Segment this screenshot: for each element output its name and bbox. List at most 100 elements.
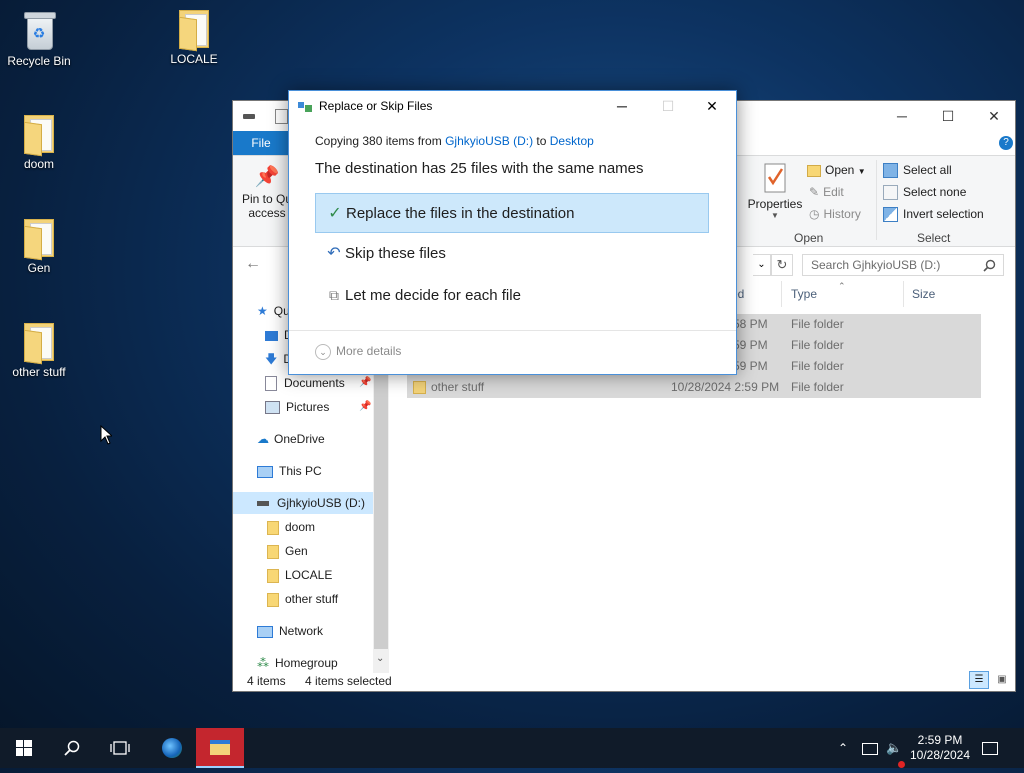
row-date: 59 PM	[733, 359, 768, 373]
select-none-button[interactable]: Select none	[883, 185, 966, 201]
minimize-button[interactable]: ─	[879, 101, 925, 131]
nav-onedrive[interactable]: ☁ OneDrive	[257, 428, 325, 450]
help-icon[interactable]: ?	[999, 136, 1013, 150]
column-label: Size	[912, 287, 936, 301]
desktop-icon-label: LOCALE	[170, 52, 218, 66]
search-input[interactable]: Search GjhkyioUSB (D:)	[802, 254, 1004, 276]
open-button[interactable]: Open ▼	[807, 163, 866, 177]
nav-this-pc[interactable]: This PC	[257, 460, 322, 482]
folder-icon	[24, 323, 54, 365]
nav-drive[interactable]: GjhkyioUSB (D:)	[233, 492, 373, 514]
desktop-icon-locale[interactable]: LOCALE	[159, 10, 229, 66]
file-explorer-icon	[210, 740, 230, 756]
folder-icon	[267, 520, 279, 535]
desktop-icon-label: Gen	[27, 261, 51, 275]
status-selected-count: 4 items selected	[305, 674, 392, 688]
desktop-icon-doom[interactable]: doom	[4, 115, 74, 171]
taskbar-app-browser[interactable]	[148, 728, 196, 768]
folder-icon	[413, 381, 426, 394]
nav-subfolder[interactable]: Gen	[267, 540, 308, 562]
start-button[interactable]	[0, 728, 48, 768]
properties-button[interactable]: Properties ▼	[747, 162, 803, 220]
dialog-minimize-button[interactable]: ─	[599, 91, 645, 121]
details-view-icon[interactable]: ☰	[969, 671, 989, 689]
source-link[interactable]: GjhkyioUSB (D:)	[445, 134, 533, 148]
scroll-down-icon[interactable]: ⌄	[376, 653, 384, 664]
desktop-icon-other-stuff[interactable]: other stuff	[4, 323, 74, 379]
select-all-button[interactable]: Select all	[883, 163, 952, 179]
pin-icon[interactable]: 📌	[359, 396, 371, 418]
select-all-label: Select all	[903, 163, 952, 177]
dialog-heading: The destination has 25 files with the sa…	[315, 160, 644, 177]
search-placeholder: Search GjhkyioUSB (D:)	[811, 258, 941, 272]
copy-summary: Copying 380 items from GjhkyioUSB (D:) t…	[315, 134, 594, 148]
nav-pictures[interactable]: Pictures 📌	[265, 396, 373, 418]
quick-access-toolbar-icon[interactable]	[275, 109, 288, 124]
row-type: File folder	[791, 359, 844, 373]
properties-icon	[764, 163, 786, 193]
drive-icon	[243, 114, 255, 119]
network-status-icon[interactable]	[862, 728, 878, 768]
dialog-footer: ⌄ More details	[289, 330, 736, 375]
status-bar: 4 items 4 items selected ☰ ▣	[233, 671, 1015, 691]
nav-subfolder[interactable]: other stuff	[267, 588, 338, 610]
destination-link[interactable]: Desktop	[550, 134, 594, 148]
nav-subfolder[interactable]: LOCALE	[267, 564, 332, 586]
decide-each-file-option[interactable]: ⧉ Let me decide for each file	[315, 275, 709, 315]
pin-to-quick-access-button[interactable]: 📌 Pin to Qu access	[239, 164, 295, 220]
desktop-icon-gen[interactable]: Gen	[4, 219, 74, 275]
column-header-size[interactable]: Size	[903, 281, 985, 307]
status-item-count: 4 items	[247, 674, 286, 688]
taskbar-app-file-explorer[interactable]	[196, 728, 244, 768]
task-view-button[interactable]	[96, 728, 144, 768]
column-header-type[interactable]: Type ⌃	[781, 281, 903, 307]
tab-file[interactable]: File	[233, 131, 289, 155]
row-type: File folder	[791, 338, 844, 352]
option-label: Let me decide for each file	[345, 287, 521, 304]
action-center-button[interactable]	[982, 728, 998, 768]
table-row[interactable]: other stuff 10/28/2024 2:59 PM File fold…	[407, 377, 981, 398]
dialog-close-button[interactable]: ✕	[689, 91, 735, 121]
search-icon	[983, 259, 996, 272]
nav-subfolder[interactable]: doom	[267, 516, 315, 538]
edit-button[interactable]: ✎ Edit	[809, 185, 844, 199]
volume-muted-icon[interactable]: 🔈	[886, 728, 906, 768]
more-details-toggle[interactable]: ⌄ More details	[315, 344, 401, 360]
star-icon: ★	[257, 304, 268, 318]
compare-files-icon: ⧉	[329, 287, 339, 303]
cloud-icon: ☁	[257, 432, 269, 446]
open-group-label: Open	[794, 231, 824, 245]
row-date: 59 PM	[733, 338, 768, 352]
edit-icon: ✎	[809, 185, 820, 199]
replace-or-skip-dialog: Replace or Skip Files ─ ☐ ✕ Copying 380 …	[288, 90, 737, 375]
nav-label: Pictures	[286, 400, 330, 414]
maximize-button[interactable]: ☐	[925, 101, 971, 131]
replace-files-option[interactable]: ✓ Replace the files in the destination	[315, 193, 709, 233]
large-icons-view-icon[interactable]: ▣	[993, 671, 1011, 689]
close-button[interactable]: ✕	[971, 101, 1017, 131]
back-arrow-icon[interactable]: ←	[245, 255, 261, 273]
pin-label-line2: access	[248, 206, 286, 220]
address-dropdown[interactable]: ⌄	[753, 254, 771, 276]
desktop-icon-recycle-bin[interactable]: ♻ Recycle Bin	[4, 10, 74, 68]
show-hidden-icons-button[interactable]: ⌃	[838, 728, 848, 768]
option-label: Skip these files	[345, 245, 446, 262]
refresh-button[interactable]: ↻	[771, 254, 793, 276]
skip-arrow-icon: ↶	[327, 245, 341, 262]
row-type: File folder	[791, 380, 844, 394]
search-button[interactable]	[48, 728, 96, 768]
nav-quick-access[interactable]: ★ Qu	[257, 300, 290, 322]
nav-documents[interactable]: Documents 📌	[265, 372, 373, 394]
pin-icon[interactable]: 📌	[359, 372, 371, 394]
row-date: 10/28/2024 2:59 PM	[671, 380, 780, 394]
row-date: 58 PM	[733, 317, 768, 331]
invert-selection-button[interactable]: Invert selection	[883, 207, 984, 223]
desktop-icon-label: other stuff	[12, 365, 66, 379]
history-button[interactable]: ◷ History	[809, 207, 861, 221]
history-label: History	[823, 207, 861, 221]
clock[interactable]: 2:59 PM 10/28/2024	[908, 728, 972, 773]
task-view-icon	[110, 741, 130, 755]
skip-files-option[interactable]: ↶ Skip these files	[315, 234, 709, 274]
option-label: Replace the files in the destination	[346, 205, 575, 222]
nav-network[interactable]: Network	[257, 620, 323, 642]
